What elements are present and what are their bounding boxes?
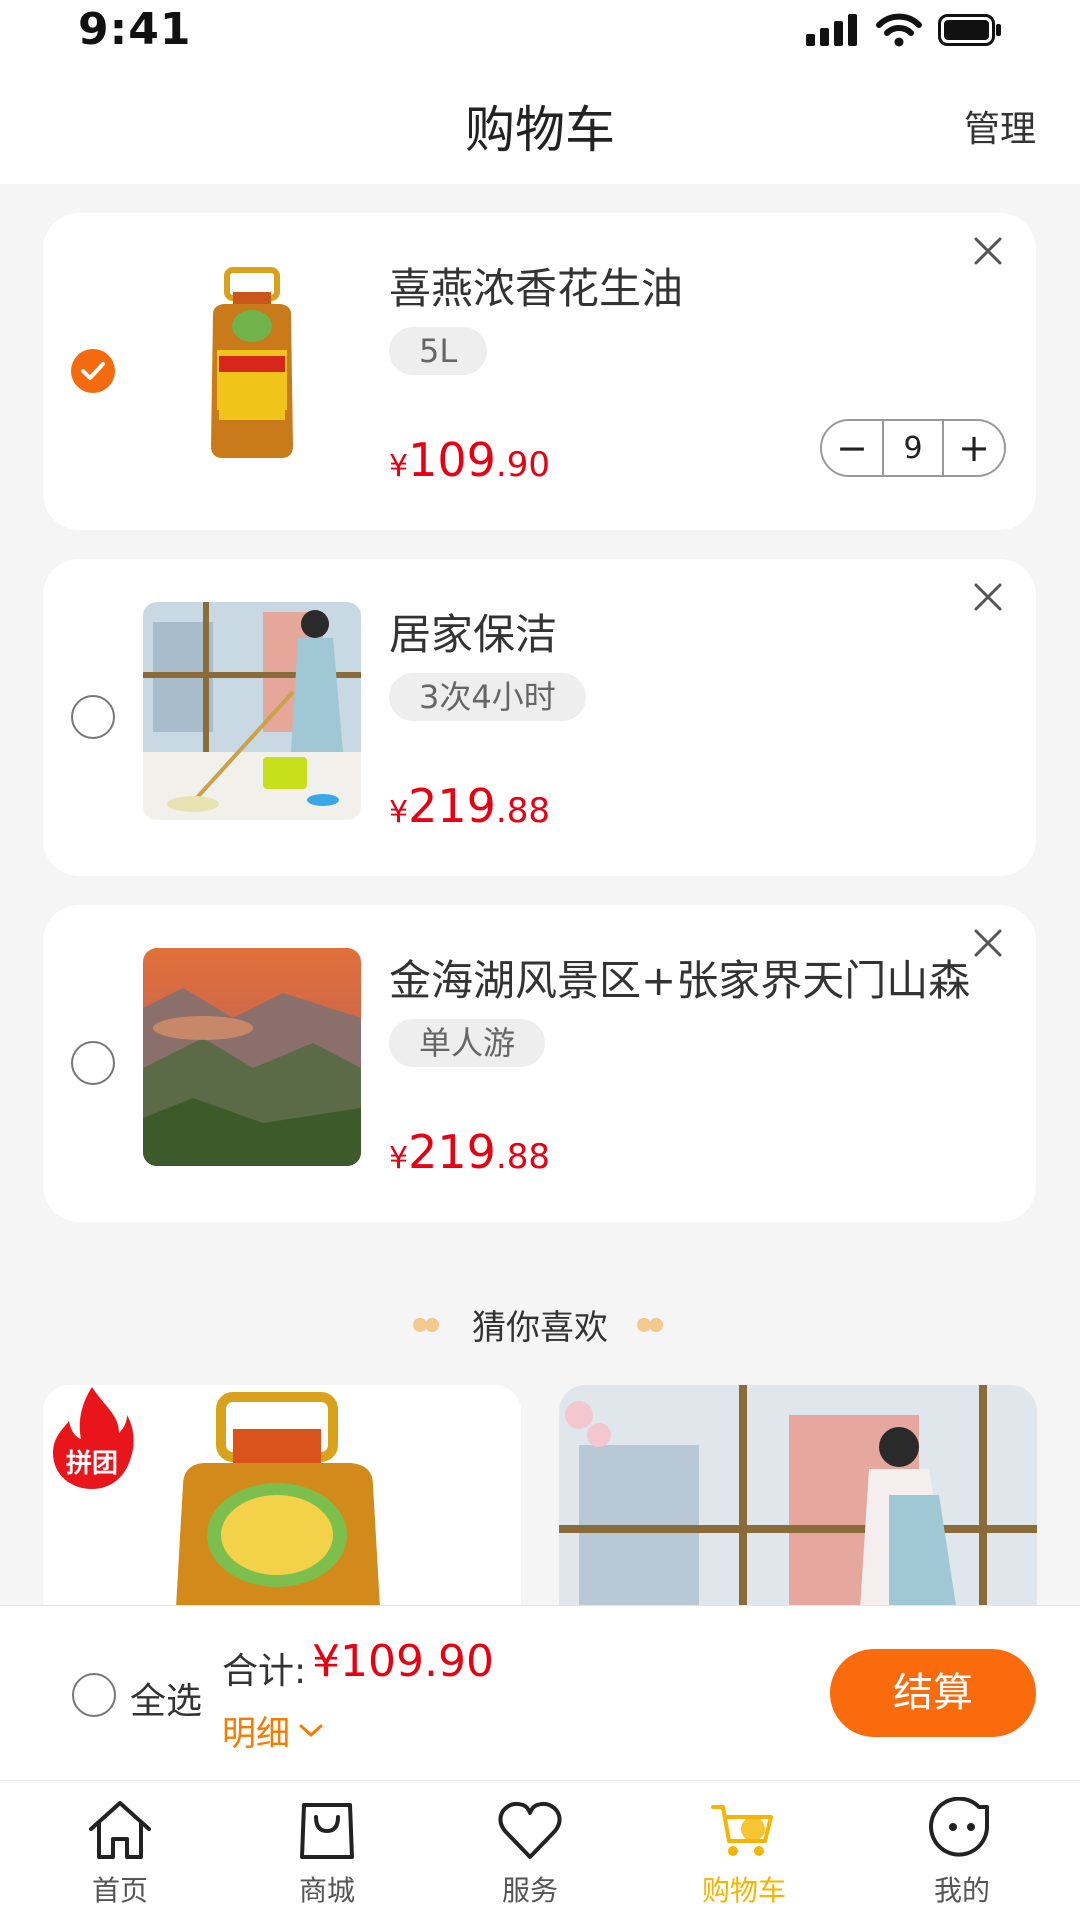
price-symbol: ¥ bbox=[389, 1141, 409, 1176]
tab-label: 我的 bbox=[933, 1874, 990, 1907]
item-price: ¥219.88 bbox=[389, 1125, 550, 1179]
battery-icon bbox=[938, 14, 1001, 46]
cart-item: 居家保洁 3次4小时 ¥219.88 bbox=[43, 559, 1036, 876]
price-decimal: .88 bbox=[495, 791, 550, 831]
recommend-title: 猜你喜欢 bbox=[472, 1308, 608, 1348]
quantity-value[interactable]: 9 bbox=[882, 421, 944, 475]
manage-button[interactable]: 管理 bbox=[964, 100, 1036, 152]
total-label: 合计: bbox=[222, 1651, 307, 1692]
price-symbol: ¥ bbox=[389, 795, 409, 830]
home-icon bbox=[89, 1801, 151, 1859]
decor-dots-icon bbox=[637, 1317, 667, 1332]
page-title: 购物车 bbox=[465, 101, 615, 159]
detail-label: 明细 bbox=[222, 1714, 290, 1754]
item-title: 喜燕浓香花生油 bbox=[389, 264, 684, 313]
status-time: 9:41 bbox=[78, 4, 192, 55]
close-icon[interactable] bbox=[966, 229, 1010, 273]
tab-label: 首页 bbox=[91, 1874, 148, 1907]
smiley-icon bbox=[929, 1796, 989, 1857]
group-buy-badge: 拼团 bbox=[65, 1449, 118, 1479]
item-spec-tag: 5L bbox=[389, 327, 488, 375]
item-price: ¥109.90 bbox=[389, 433, 550, 487]
item-price: ¥219.88 bbox=[389, 779, 550, 833]
item-checkbox[interactable] bbox=[71, 349, 115, 393]
tab-mall[interactable]: 商城 bbox=[247, 1797, 407, 1909]
cart-item: 金海湖风景区+张家界天门山森 单人游 ¥219.88 bbox=[43, 905, 1036, 1222]
close-icon[interactable] bbox=[966, 921, 1010, 965]
select-all-checkbox[interactable] bbox=[72, 1673, 116, 1717]
recommend-image-cleaning bbox=[559, 1385, 1037, 1625]
tab-label: 服务 bbox=[501, 1874, 558, 1907]
price-decimal: .90 bbox=[495, 445, 550, 485]
price-decimal: .88 bbox=[495, 1137, 550, 1177]
shopping-bag-icon bbox=[300, 1803, 354, 1859]
price-integer: 109 bbox=[408, 433, 496, 487]
item-title: 金海湖风景区+张家界天门山森 bbox=[389, 956, 971, 1005]
recommend-header: 猜你喜欢 bbox=[0, 1300, 1080, 1349]
decor-dots-icon bbox=[412, 1317, 443, 1332]
status-bar: 9:41 bbox=[0, 0, 1080, 64]
wifi-icon bbox=[876, 13, 922, 47]
item-checkbox[interactable] bbox=[71, 1041, 115, 1085]
checkmark-icon bbox=[81, 362, 105, 380]
checkout-bar: 全选 合计: ¥109.90 明细 结算 bbox=[0, 1605, 1080, 1780]
tab-service[interactable]: 服务 bbox=[450, 1797, 610, 1909]
price-symbol: ¥ bbox=[389, 449, 409, 484]
checkout-button[interactable]: 结算 bbox=[830, 1649, 1036, 1737]
status-icons bbox=[806, 12, 1002, 48]
tab-label: 商城 bbox=[298, 1874, 355, 1907]
tab-cart[interactable]: 购物车 bbox=[664, 1797, 824, 1909]
nav-bar: 购物车 管理 bbox=[0, 64, 1080, 184]
cart-item: 喜燕浓香花生油 5L ¥109.90 − 9 + bbox=[43, 213, 1036, 530]
tab-home[interactable]: 首页 bbox=[40, 1797, 200, 1909]
total-value: ¥109.90 bbox=[312, 1636, 494, 1687]
product-image-scenery[interactable] bbox=[143, 948, 361, 1166]
quantity-stepper: − 9 + bbox=[820, 419, 1006, 477]
select-all-label[interactable]: 全选 bbox=[130, 1672, 202, 1724]
item-title: 居家保洁 bbox=[389, 610, 558, 659]
item-checkbox[interactable] bbox=[71, 695, 115, 739]
price-integer: 219 bbox=[408, 779, 496, 833]
product-image-cleaning[interactable] bbox=[143, 602, 361, 820]
detail-toggle[interactable]: 明细 bbox=[222, 1706, 324, 1755]
cart-icon bbox=[711, 1805, 773, 1856]
decrease-button[interactable]: − bbox=[822, 421, 882, 475]
heart-icon bbox=[498, 1801, 562, 1859]
tab-mine[interactable]: 我的 bbox=[882, 1796, 1042, 1909]
chevron-down-icon bbox=[299, 1724, 323, 1736]
item-spec-tag: 3次4小时 bbox=[389, 673, 586, 721]
increase-button[interactable]: + bbox=[944, 421, 1004, 475]
recommend-card[interactable]: 拼团 bbox=[43, 1385, 521, 1625]
recommend-card[interactable] bbox=[559, 1385, 1037, 1625]
price-integer: 219 bbox=[408, 1125, 496, 1179]
close-icon[interactable] bbox=[966, 575, 1010, 619]
cellular-signal-icon bbox=[806, 14, 857, 46]
item-spec-tag: 单人游 bbox=[389, 1019, 546, 1067]
tab-bar: 首页 商城 服务 购物车 我的 bbox=[0, 1780, 1080, 1920]
tab-label: 购物车 bbox=[701, 1874, 786, 1907]
product-image-oil-bottle[interactable] bbox=[143, 256, 361, 474]
cart-screen: 9:41 购物车 管理 喜燕浓香花生油 5L ¥109.90 − 9 + 居家保… bbox=[0, 0, 1080, 1920]
